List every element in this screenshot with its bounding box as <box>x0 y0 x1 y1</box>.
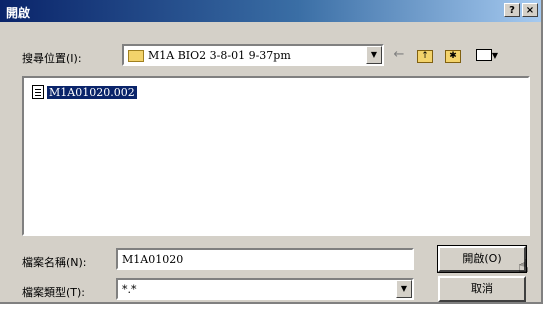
file-name: M1A01020.002 <box>47 85 137 99</box>
filetype-combobox[interactable]: *.* ▼ <box>116 278 414 300</box>
lookin-text: M1A BIO2 3-8-01 9-37pm <box>148 49 291 62</box>
filename-label: 檔案名稱(N): <box>22 256 87 269</box>
chevron-down-icon[interactable]: ▼ <box>396 280 412 298</box>
document-icon <box>32 85 44 99</box>
lookin-value: M1A BIO2 3-8-01 9-37pm <box>128 49 291 62</box>
list-item[interactable]: M1A01020.002 <box>32 84 137 100</box>
chevron-down-icon: ▼ <box>491 51 499 60</box>
file-list[interactable]: M1A01020.002 <box>22 76 530 236</box>
help-button[interactable]: ? <box>504 3 520 17</box>
up-folder-button[interactable]: ↑ <box>414 46 436 64</box>
close-button[interactable]: × <box>522 3 538 17</box>
window-title: 開啟 <box>6 6 31 20</box>
back-button[interactable]: ← <box>388 46 410 64</box>
view-menu-icon <box>475 48 492 61</box>
filename-input[interactable] <box>118 250 412 268</box>
lookin-combobox[interactable]: M1A BIO2 3-8-01 9-37pm ▼ <box>122 44 384 66</box>
new-folder-icon: ✱ <box>445 50 461 63</box>
cancel-button[interactable]: 取消 <box>438 276 526 302</box>
chevron-down-icon[interactable]: ▼ <box>366 46 382 64</box>
folder-up-icon: ↑ <box>417 50 433 63</box>
new-folder-button[interactable]: ✱ <box>442 46 464 64</box>
lookin-label: 搜尋位置(I): <box>22 52 82 65</box>
folder-icon <box>128 50 144 62</box>
filename-field[interactable] <box>116 248 414 270</box>
title-bar[interactable]: 開啟 ? × <box>0 0 541 22</box>
open-button[interactable]: 開啟(O) <box>437 245 527 273</box>
filetype-value: *.* <box>122 283 137 296</box>
views-menu-button[interactable]: ▼ <box>472 46 502 64</box>
arrow-left-icon: ← <box>393 47 405 62</box>
open-file-dialog: 開啟 ? × 搜尋位置(I): M1A BIO2 3-8-01 9-37pm ▼… <box>0 0 543 304</box>
mouse-pointer-icon: ☝ <box>518 256 529 277</box>
filetype-label: 檔案類型(T): <box>22 286 86 299</box>
